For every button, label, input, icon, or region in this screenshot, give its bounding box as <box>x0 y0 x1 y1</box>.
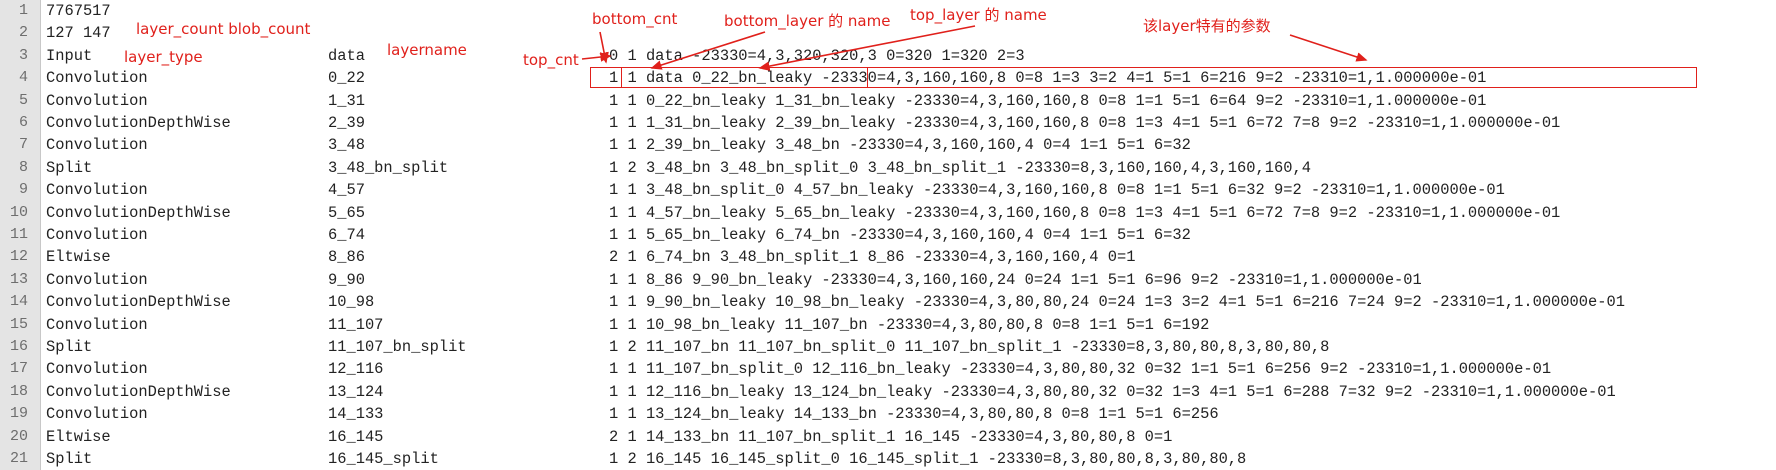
arrow-bottom-layer-name <box>650 31 766 70</box>
arrow-params <box>1289 34 1368 62</box>
arrow-top-layer-name <box>758 25 976 71</box>
annotation-arrows <box>581 25 1368 71</box>
